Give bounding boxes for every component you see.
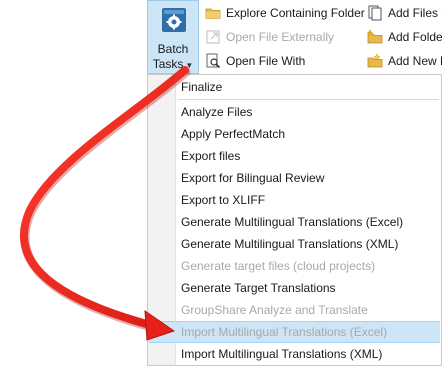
- add-new-folder-button[interactable]: Add New F: [367, 51, 442, 71]
- menu-item-import-multilingual-excel[interactable]: Import Multilingual Translations (Excel): [149, 321, 440, 343]
- batch-tasks-button[interactable]: Batch Tasks ▼: [147, 0, 199, 74]
- menu-item-finalize[interactable]: Finalize: [149, 76, 440, 98]
- explore-containing-folder-label: Explore Containing Folder: [226, 6, 365, 20]
- menu-item-groupshare-analyze-translate[interactable]: GroupShare Analyze and Translate: [149, 299, 440, 321]
- open-external-icon: [206, 30, 220, 44]
- menu-item-apply-perfectmatch[interactable]: Apply PerfectMatch: [149, 123, 440, 145]
- menu-item-generate-multilingual-xml[interactable]: Generate Multilingual Translations (XML): [149, 233, 440, 255]
- menu-item-export-bilingual-review[interactable]: Export for Bilingual Review: [149, 167, 440, 189]
- new-folder-icon: [367, 53, 383, 68]
- open-file-externally-button[interactable]: Open File Externally: [205, 27, 334, 47]
- folder-icon: [205, 8, 221, 19]
- menu-item-generate-target-translations[interactable]: Generate Target Translations: [149, 277, 440, 299]
- add-folder-button[interactable]: Add Folde: [367, 27, 442, 47]
- batch-tasks-label-line1: Batch: [157, 42, 189, 56]
- menu-item-generate-multilingual-excel[interactable]: Generate Multilingual Translations (Exce…: [149, 211, 440, 233]
- chevron-down-icon: ▼: [185, 61, 194, 70]
- open-file-with-button[interactable]: Open File With: [205, 51, 305, 71]
- open-file-externally-label: Open File Externally: [226, 30, 335, 44]
- add-folder-icon: [367, 30, 383, 44]
- explore-containing-folder-button[interactable]: Explore Containing Folder: [205, 3, 365, 23]
- menu-item-analyze-files[interactable]: Analyze Files: [149, 101, 440, 123]
- menu-item-export-files[interactable]: Export files: [149, 145, 440, 167]
- menu-item-generate-target-cloud[interactable]: Generate target files (cloud projects): [149, 255, 440, 277]
- add-files-label: Add Files: [388, 6, 439, 20]
- batch-tasks-label-line2: Tasks: [152, 57, 184, 71]
- menu-item-import-multilingual-xml[interactable]: Import Multilingual Translations (XML): [149, 343, 440, 365]
- magnifier-document-icon: [206, 53, 221, 69]
- open-file-with-label: Open File With: [226, 54, 306, 68]
- add-files-button[interactable]: Add Files▼: [367, 3, 442, 23]
- batch-tasks-label-line2-row: Tasks ▼: [148, 57, 198, 71]
- menu-item-export-to-xliff[interactable]: Export to XLIFF: [149, 189, 440, 211]
- batch-tasks-gear-icon: [162, 8, 186, 32]
- add-files-icon: [368, 5, 382, 21]
- menu-separator: [178, 99, 439, 100]
- add-folder-label: Add Folde: [388, 30, 442, 44]
- ribbon: Batch Tasks ▼ Explore Containing Folder O…: [0, 0, 442, 74]
- add-new-folder-label: Add New F: [388, 54, 442, 68]
- batch-tasks-dropdown-menu: Finalize Analyze Files Apply PerfectMatc…: [147, 74, 442, 366]
